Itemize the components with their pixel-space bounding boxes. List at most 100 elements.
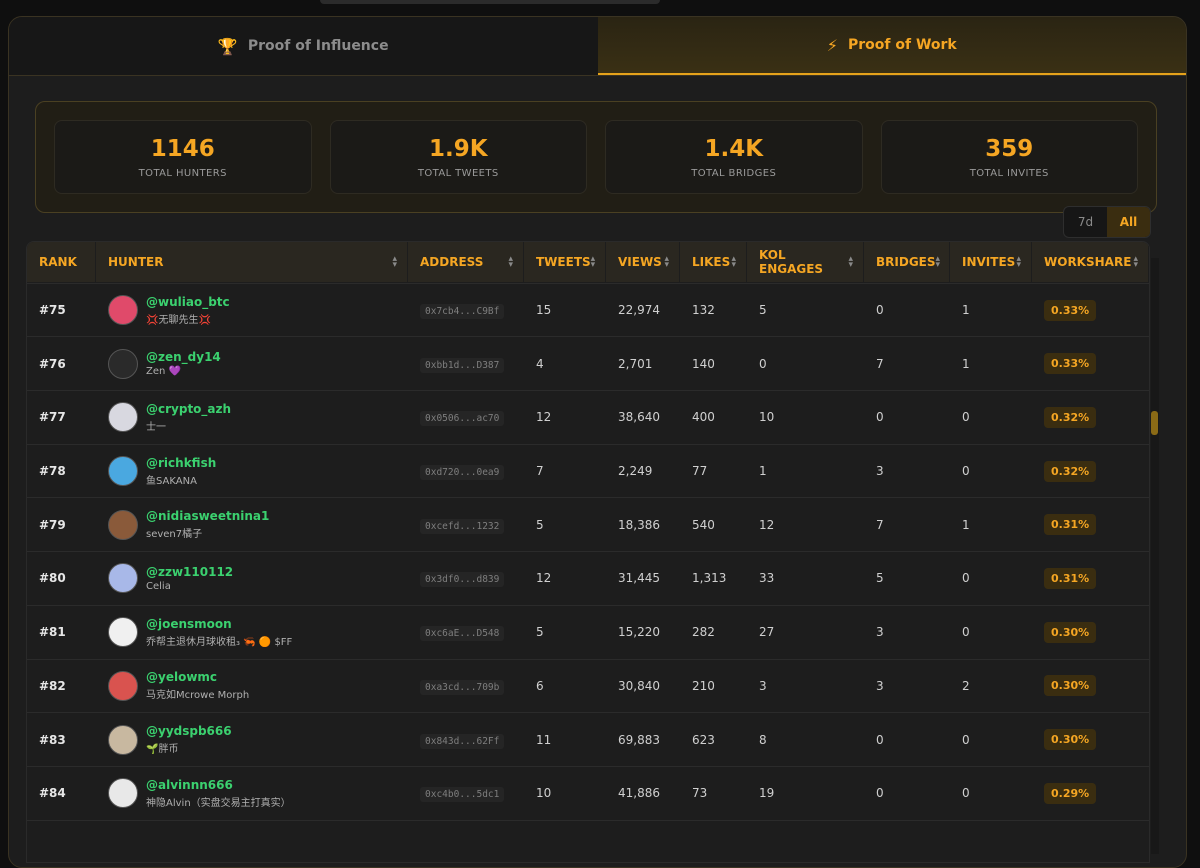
table-row[interactable]: #83 @yydspb666 🌱胖币 0x843d...62Ff 11 69,883 623…	[27, 713, 1149, 767]
hunter-handle[interactable]: @richkfish	[146, 456, 216, 470]
range-7d-button[interactable]: 7d	[1064, 207, 1107, 237]
address-cell: 0xcefd...1232	[408, 518, 524, 534]
table-row[interactable]: #77 @crypto_azh 士一 0x0506...ac70 12 38,640 400…	[27, 391, 1149, 445]
hunter-handle[interactable]: @zzw110112	[146, 565, 233, 579]
column-header-views[interactable]: VIEWS ▴ ▾	[606, 242, 680, 282]
workshare-cell: 0.32%	[1032, 406, 1149, 428]
wallet-address[interactable]: 0xa3cd...709b	[420, 679, 505, 695]
likes-cell: 73	[692, 786, 708, 801]
wallet-address[interactable]: 0xc4b0...5dc1	[420, 787, 505, 803]
workshare-cell: 0.33%	[1032, 299, 1149, 321]
wallet-address[interactable]: 0xcefd...1232	[420, 518, 505, 534]
column-header-kol-engages[interactable]: KOL ENGAGES ▴ ▾	[747, 242, 864, 282]
column-header-workshare[interactable]: WORKSHARE ▴ ▾	[1032, 242, 1149, 282]
table-row[interactable]: #82 @yelowmc 马克如Mcrowe Morph 0xa3cd...709b 6…	[27, 659, 1149, 714]
column-header-invites[interactable]: INVITES ▴ ▾	[950, 242, 1032, 282]
avatar[interactable]	[108, 509, 138, 540]
avatar[interactable]	[108, 617, 138, 648]
sort-icon[interactable]: ▴ ▾	[731, 255, 736, 270]
wallet-address[interactable]: 0x0506...ac70	[420, 411, 505, 427]
workshare-cell: 0.30%	[1032, 729, 1149, 751]
hunter-handle[interactable]: @yelowmc	[146, 670, 249, 684]
hunter-cell: @zzw110112 Celia	[96, 563, 408, 594]
hunter-text: @yydspb666 🌱胖币	[146, 724, 232, 755]
avatar[interactable]	[108, 402, 138, 433]
sort-icon[interactable]: ▴ ▾	[392, 255, 397, 270]
sort-icon[interactable]: ▴ ▾	[848, 255, 853, 270]
column-header-bridges[interactable]: BRIDGES ▴ ▾	[864, 242, 950, 282]
workshare-badge: 0.29%	[1044, 782, 1097, 804]
column-header-tweets[interactable]: TWEETS ▴ ▾	[524, 242, 606, 282]
hunter-handle[interactable]: @joensmoon	[146, 617, 292, 631]
table-row[interactable]: #76 @zen_dy14 Zen 💜 0xbb1d...D387 4 2,701 140 0…	[27, 337, 1149, 392]
table-row[interactable]: #84 @alvinnn666 神隐Alvin（实盘交易主打真实） 0xc4b0...…	[27, 766, 1149, 821]
avatar[interactable]	[108, 670, 138, 701]
sort-icon[interactable]: ▴ ▾	[936, 255, 941, 270]
likes-cell: 210	[692, 678, 715, 693]
sort-icon[interactable]: ▴ ▾	[664, 255, 669, 270]
tab-proof-of-influence[interactable]: 🏆 Proof of Influence	[9, 17, 598, 75]
avatar[interactable]	[108, 563, 138, 594]
hunter-handle[interactable]: @crypto_azh	[146, 402, 231, 416]
sort-icon[interactable]: ▴ ▾	[1133, 255, 1138, 270]
workshare-cell: 0.33%	[1032, 353, 1149, 375]
column-header-likes[interactable]: LIKES ▴ ▾	[680, 242, 747, 282]
column-header-address[interactable]: ADDRESS ▴ ▾	[408, 242, 524, 282]
wallet-address[interactable]: 0xc6aE...D548	[420, 626, 505, 642]
hunter-info: @joensmoon 乔帮主退休月球收租₃ 🦐 🟠 $FF	[108, 617, 408, 648]
hunter-handle[interactable]: @wuliao_btc	[146, 295, 230, 309]
hunter-handle[interactable]: @yydspb666	[146, 724, 232, 738]
column-header-hunter[interactable]: HUNTER ▴ ▾	[96, 242, 408, 282]
views-cell: 18,386	[618, 517, 660, 532]
sort-icon[interactable]: ▴ ▾	[591, 255, 596, 270]
hunter-cell: @joensmoon 乔帮主退休月球收租₃ 🦐 🟠 $FF	[96, 617, 408, 648]
wallet-address[interactable]: 0x3df0...d839	[420, 572, 505, 588]
avatar[interactable]	[108, 778, 138, 809]
table-row[interactable]: #81 @joensmoon 乔帮主退休月球收租₃ 🦐 🟠 $FF 0xc6aE...…	[27, 605, 1149, 660]
hunter-text: @yelowmc 马克如Mcrowe Morph	[146, 670, 249, 701]
likes-cell: 623	[692, 732, 715, 747]
avatar[interactable]	[108, 456, 138, 487]
column-header-label: KOL ENGAGES	[759, 248, 824, 276]
wallet-address[interactable]: 0xbb1d...D387	[420, 357, 505, 373]
invites-cell: 1	[962, 303, 970, 318]
column-header-label: TWEETS	[536, 255, 591, 269]
wallet-address[interactable]: 0x7cb4...C9Bf	[420, 304, 505, 320]
hunter-display-name: 鱼SAKANA	[146, 475, 197, 487]
address-cell: 0xbb1d...D387	[408, 357, 524, 373]
invites-cell: 0	[962, 571, 970, 586]
hunter-handle[interactable]: @zen_dy14	[146, 350, 221, 364]
workshare-badge: 0.30%	[1044, 621, 1097, 643]
table-row[interactable]: #78 @richkfish 鱼SAKANA 0xd720...0ea9 7 2,249 7…	[27, 444, 1149, 499]
tab-proof-of-work[interactable]: ⚡ Proof of Work	[597, 17, 1186, 75]
hunter-text: @zen_dy14 Zen 💜	[146, 350, 221, 377]
address-cell: 0xc4b0...5dc1	[408, 786, 524, 803]
tweets-cell: 4	[536, 356, 544, 371]
avatar[interactable]	[108, 348, 138, 379]
invites-cell: 0	[962, 625, 970, 640]
hunter-text: @zzw110112 Celia	[146, 565, 233, 592]
hunter-info: @nidiasweetnina1 seven7橘子	[108, 509, 408, 540]
wallet-address[interactable]: 0x843d...62Ff	[420, 733, 505, 749]
scrollbar-thumb[interactable]	[1151, 411, 1158, 435]
stat-value: 1146	[150, 135, 215, 162]
sort-icon[interactable]: ▴ ▾	[508, 255, 513, 270]
sort-icon[interactable]: ▴ ▾	[1016, 255, 1021, 270]
table-row[interactable]: #75 @wuliao_btc 💢无聊先生💢 0x7cb4...C9Bf 15 22,97…	[27, 283, 1149, 338]
avatar[interactable]	[108, 295, 138, 326]
hunter-handle[interactable]: @alvinnn666	[146, 778, 291, 792]
hunter-info: @wuliao_btc 💢无聊先生💢	[108, 295, 408, 326]
hunter-handle[interactable]: @nidiasweetnina1	[146, 509, 269, 523]
hunter-display-name: Celia	[146, 580, 171, 592]
trophy-icon: 🏆	[217, 36, 238, 56]
range-all-button[interactable]: All	[1107, 207, 1150, 237]
address-cell: 0xa3cd...709b	[408, 679, 524, 695]
table-scrollbar[interactable]	[1151, 258, 1159, 854]
kol-engages-cell: 27	[759, 625, 775, 640]
avatar[interactable]	[108, 724, 138, 755]
table-row[interactable]: #80 @zzw110112 Celia 0x3df0...d839 12 31,445 1…	[27, 552, 1149, 606]
tweets-cell: 12	[536, 410, 552, 425]
wallet-address[interactable]: 0xd720...0ea9	[420, 465, 505, 481]
table-row[interactable]: #79 @nidiasweetnina1 seven7橘子 0xcefd...1232…	[27, 498, 1149, 553]
likes-cell: 77	[692, 464, 708, 479]
